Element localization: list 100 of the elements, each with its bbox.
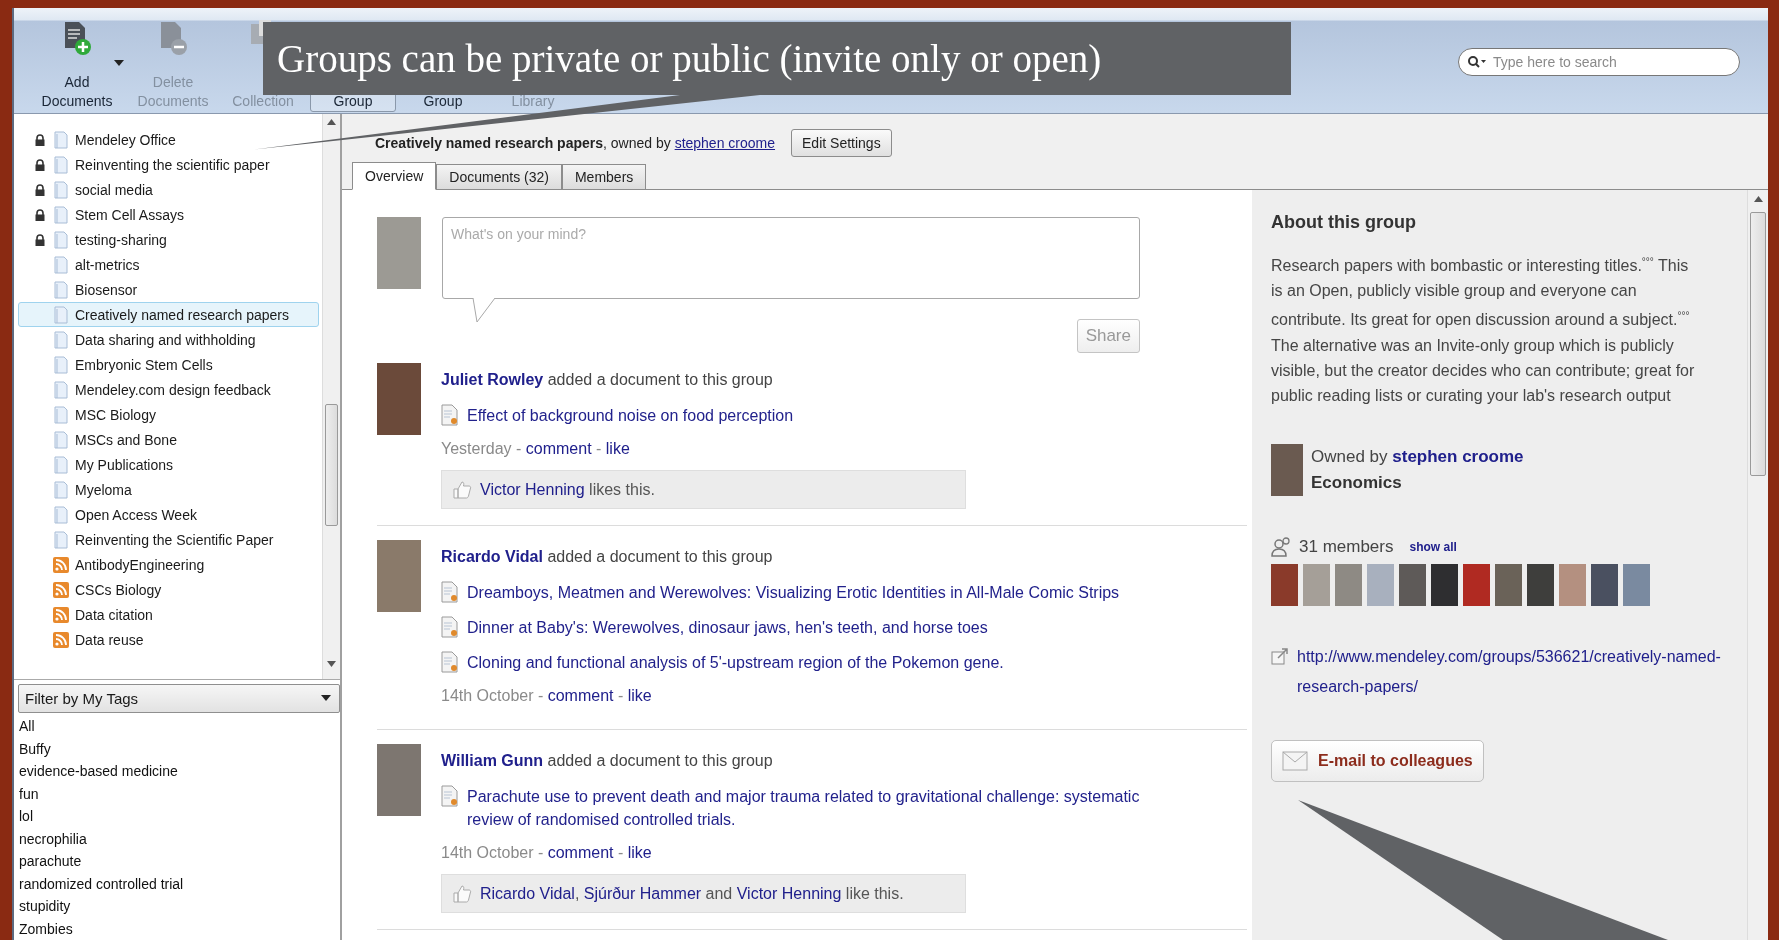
document-stack-icon <box>53 204 69 225</box>
document-stack-icon <box>53 429 69 450</box>
document-link[interactable]: Dinner at Baby's: Werewolves, dinosaur jaws, hen's teeth, and horse toes <box>467 616 988 639</box>
tab[interactable]: Members <box>561 164 647 190</box>
sidebar-item[interactable]: MSC Biology <box>18 402 319 427</box>
status-input[interactable]: What's on your mind? <box>442 217 1140 299</box>
tag-filter-dropdown[interactable]: Filter by My Tags <box>18 684 340 713</box>
tab[interactable]: Documents (32) <box>436 164 562 190</box>
sidebar-item[interactable]: AntibodyEngineering <box>18 552 319 577</box>
sidebar-item[interactable]: Stem Cell Assays <box>18 202 319 227</box>
tab[interactable]: Overview <box>352 162 437 190</box>
document-link[interactable]: Dreamboys, Meatmen and Werewolves: Visualizing Erotic Identities in All-Male Comic Strips <box>467 581 1120 604</box>
likes-text: Ricardo Vidal, Sjúrður Hammer and Victor Henning like this. <box>480 884 904 903</box>
tag-item[interactable]: parachute <box>14 849 340 873</box>
sidebar-item[interactable]: Reinventing the scientific paper <box>18 152 319 177</box>
tag-item[interactable]: Buffy <box>14 737 340 760</box>
person-link[interactable]: Ricardo Vidal <box>480 884 575 902</box>
sidebar-item[interactable]: social media <box>18 177 319 202</box>
owner-text: Owned by stephen croome <box>1311 445 1524 468</box>
email-button[interactable]: E-mail to colleagues <box>1271 739 1484 782</box>
rss-icon <box>53 606 69 623</box>
sidebar-item[interactable]: MSCs and Bone <box>18 427 319 452</box>
sidebar-item[interactable]: Open Access Week <box>18 502 319 527</box>
member-photo-placeholder[interactable] <box>1527 563 1554 606</box>
sidebar-item[interactable]: Myeloma <box>18 477 319 502</box>
document-stack-icon <box>53 504 69 525</box>
group-url-link[interactable]: http://www.mendeley.com/groups/536621/creatively-named-research-papers/ <box>1297 641 1727 702</box>
sidebar-item[interactable]: Biosensor <box>18 277 319 302</box>
member-photo-placeholder[interactable] <box>1399 563 1426 606</box>
tag-item[interactable]: necrophilia <box>14 827 340 850</box>
activity-text: Ricardo Vidal added a document to this group <box>441 548 773 566</box>
scrollbar-thumb[interactable] <box>325 404 338 526</box>
person-link[interactable]: Victor Henning <box>480 480 585 498</box>
rss-icon <box>53 581 69 598</box>
document-link[interactable]: Parachute use to prevent death and major trauma related to gravitational challenge: systematic review of randomised controlled trials. <box>467 785 1167 831</box>
thumbs-up-icon <box>452 883 472 904</box>
document-icon <box>441 616 459 638</box>
group-heading: Creatively named research papers, owned by stephen croome <box>375 134 776 151</box>
action-link[interactable]: comment <box>525 440 592 457</box>
author-link[interactable]: Juliet Rowley <box>441 371 544 388</box>
external-link-icon <box>1271 647 1289 666</box>
member-photo-placeholder[interactable] <box>1271 563 1298 606</box>
author-link[interactable]: William Gunn <box>441 752 544 769</box>
mail-icon <box>1282 750 1308 771</box>
document-stack-icon <box>53 329 69 350</box>
scroll-up-icon[interactable] <box>1753 196 1763 202</box>
action-link[interactable]: like <box>627 687 652 704</box>
tag-item[interactable]: randomized controlled trial <box>14 872 340 895</box>
toolbar-button[interactable]: Add Documents <box>34 71 120 112</box>
action-link[interactable]: comment <box>547 687 614 704</box>
avatar-placeholder <box>377 217 421 289</box>
sidebar-item[interactable]: Data reuse <box>18 627 319 652</box>
edit-settings-button[interactable]: Edit Settings <box>791 128 892 157</box>
sidebar-item[interactable]: CSCs Biology <box>18 577 319 602</box>
sidebar-item[interactable]: testing-sharing <box>18 227 319 252</box>
document-link[interactable]: Cloning and functional analysis of 5'-upstream region of the Pokemon gene. <box>467 651 1004 674</box>
scrollbar-thumb[interactable] <box>1750 212 1766 476</box>
tag-item[interactable]: Zombies <box>14 917 340 940</box>
action-link[interactable]: like <box>627 844 652 861</box>
sidebar-item[interactable]: alt-metrics <box>18 252 319 277</box>
document-add-icon <box>62 20 92 56</box>
sidebar-item[interactable]: Data sharing and withholding <box>18 327 319 352</box>
sidebar-item[interactable]: Mendeley.com design feedback <box>18 377 319 402</box>
scroll-up-icon[interactable] <box>327 119 336 125</box>
tag-item[interactable]: All <box>14 714 340 738</box>
scroll-down-icon[interactable] <box>327 661 336 667</box>
activity-meta: Yesterday - comment - like <box>441 440 630 458</box>
sidebar-item[interactable]: My Publications <box>18 452 319 477</box>
owner-link[interactable]: stephen croome <box>674 134 776 151</box>
sidebar-item[interactable]: Mendeley Office <box>18 127 319 152</box>
search-box[interactable]: Type here to search <box>1458 48 1740 76</box>
member-photo-placeholder[interactable] <box>1431 563 1458 606</box>
person-link[interactable]: Victor Henning <box>736 884 842 902</box>
tag-item[interactable]: lol <box>14 804 340 828</box>
member-count: 31 members <box>1299 536 1394 557</box>
person-link[interactable]: Sjúrður Hammer <box>583 884 702 902</box>
action-link[interactable]: like <box>605 440 630 457</box>
document-stack-icon <box>53 279 69 300</box>
document-stack-icon <box>53 404 69 425</box>
member-photo-placeholder[interactable] <box>1591 563 1618 606</box>
member-photo-placeholder[interactable] <box>1463 563 1490 606</box>
sidebar-item[interactable]: Reinventing the Scientific Paper <box>18 527 319 552</box>
sidebar-item[interactable]: Data citation <box>18 602 319 627</box>
owner-link[interactable]: stephen croome <box>1392 446 1524 466</box>
author-link[interactable]: Ricardo Vidal <box>441 548 543 565</box>
caret-icon[interactable] <box>114 60 124 66</box>
avatar-placeholder <box>377 540 421 612</box>
document-stack-icon <box>53 379 69 400</box>
tag-item[interactable]: fun <box>14 782 340 805</box>
document-icon <box>441 651 459 673</box>
search-field[interactable]: Type here to search <box>1491 53 1731 71</box>
document-link[interactable]: Effect of background noise on food perception <box>467 404 794 427</box>
show-all-link[interactable]: show all <box>1409 539 1457 554</box>
member-photo-placeholder[interactable] <box>1495 563 1522 606</box>
sidebar-item[interactable]: Embryonic Stem Cells <box>18 352 319 377</box>
tag-item[interactable]: stupidity <box>14 894 340 918</box>
sidebar-item[interactable]: Creatively named research papers <box>18 302 319 327</box>
rss-icon <box>53 631 69 648</box>
tag-item[interactable]: evidence-based medicine <box>14 759 340 783</box>
action-link[interactable]: comment <box>547 844 614 861</box>
